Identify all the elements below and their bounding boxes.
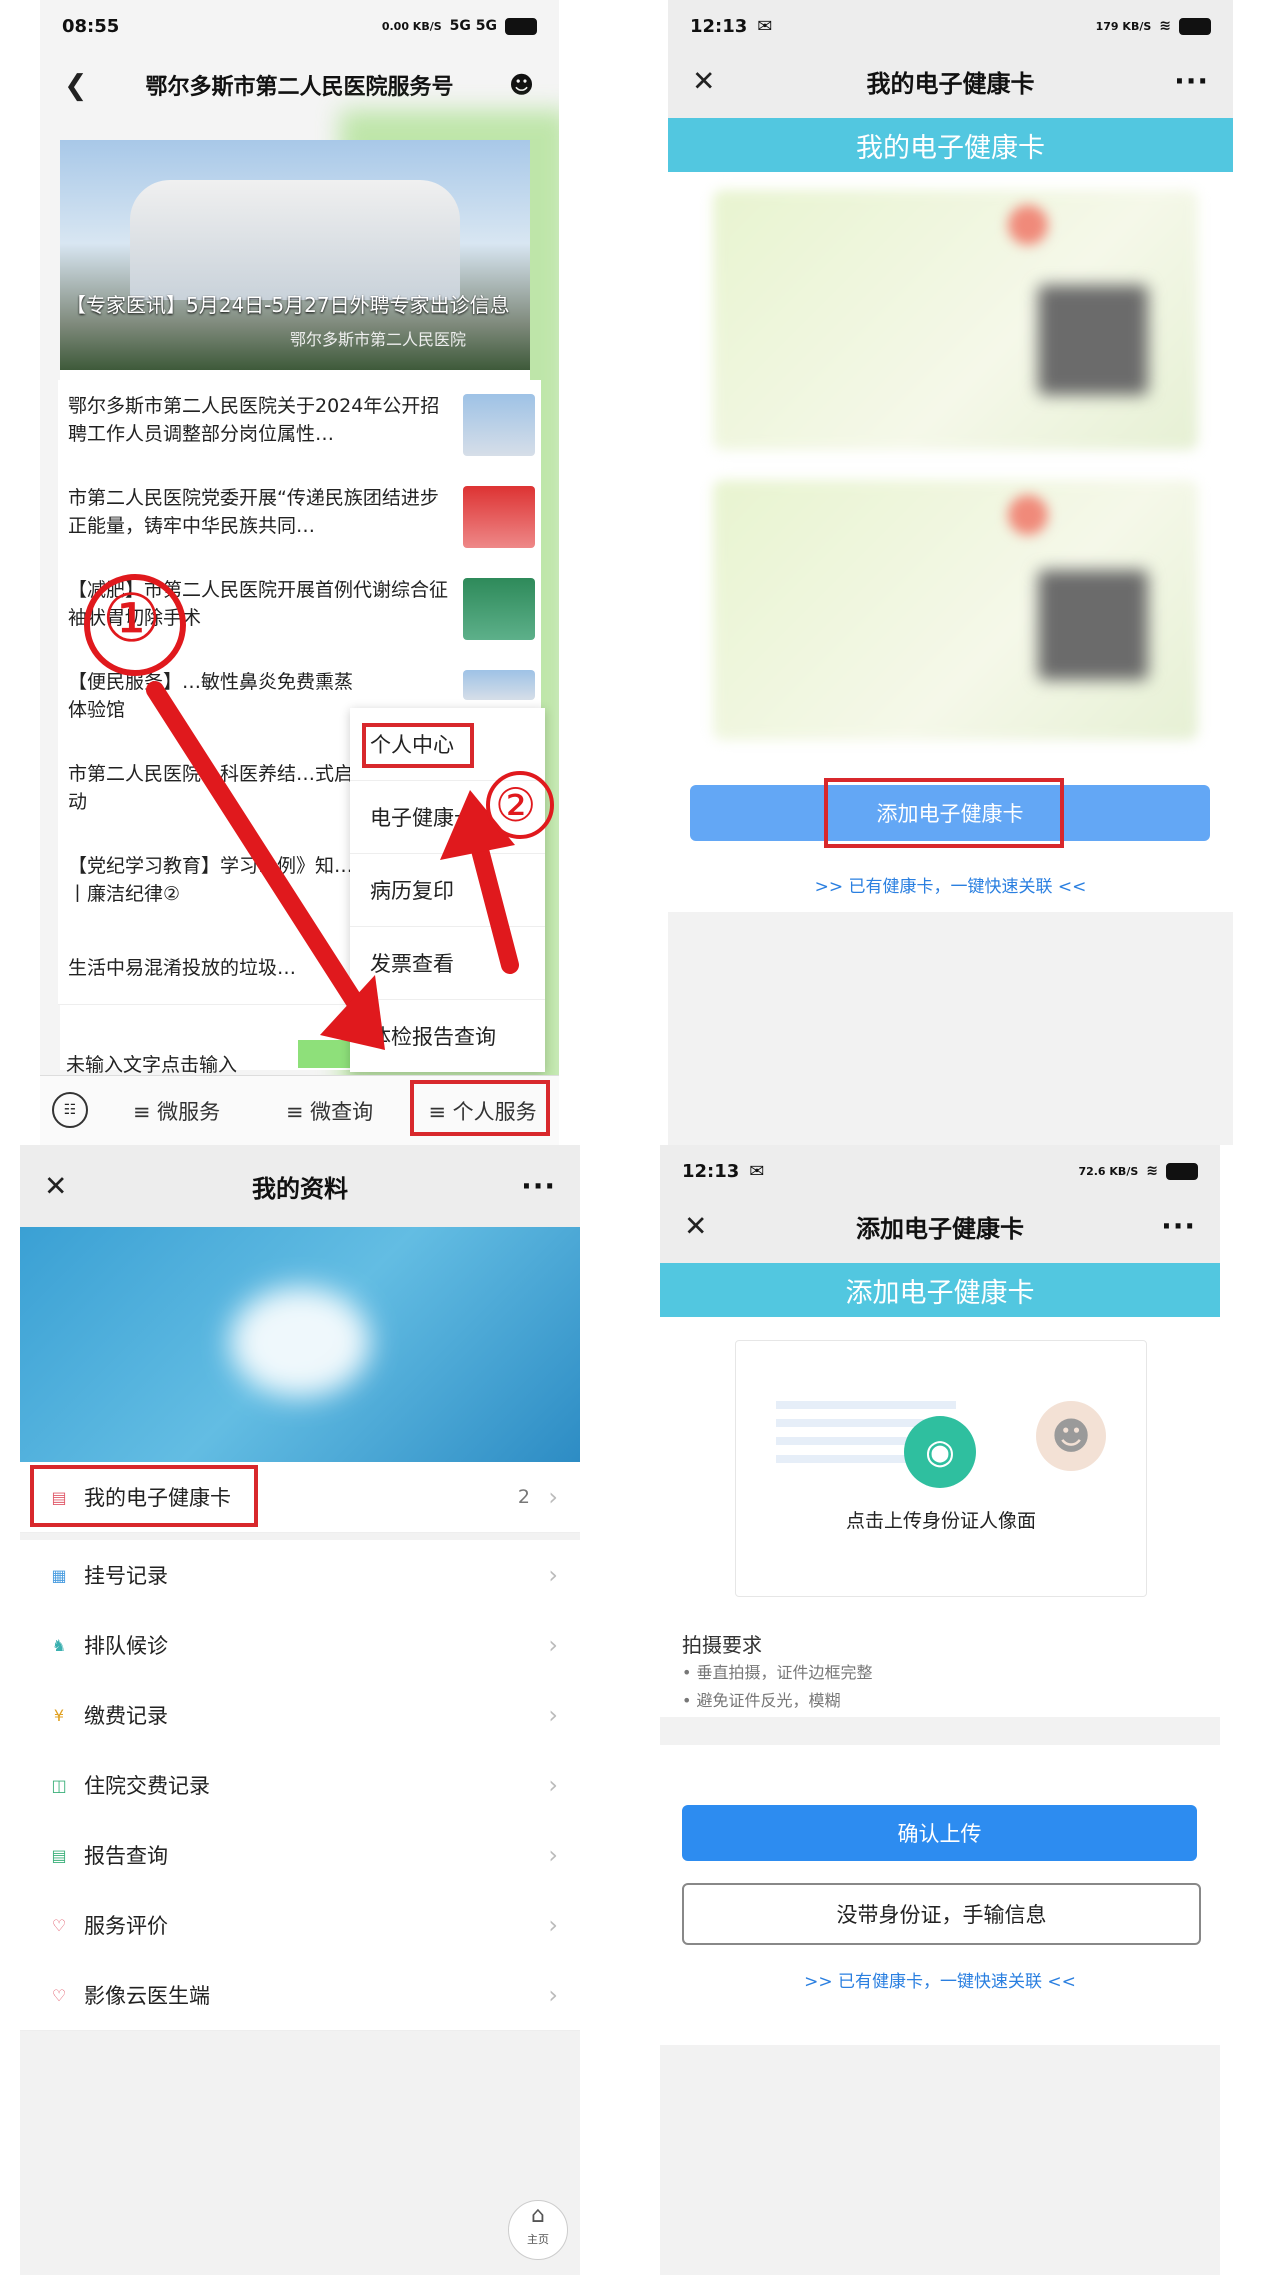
calendar-icon: ▦ bbox=[51, 1565, 67, 1585]
nav-title: 我的资料 bbox=[252, 1174, 348, 1203]
battery-icon bbox=[1166, 1162, 1198, 1180]
tab-micro-service[interactable]: ≡ 微服务 bbox=[100, 1096, 253, 1126]
highlight-health-card-row bbox=[30, 1465, 258, 1527]
message-icon: ✉ bbox=[749, 1160, 765, 1182]
quick-link[interactable]: >> 已有健康卡，一键快速关联 << bbox=[660, 1967, 1220, 1992]
chevron-right-icon: › bbox=[548, 1841, 558, 1869]
panel-my-profile: ✕ 我的资料 ··· ▤ 我的电子健康卡 2 › ▦ 挂号记录 › ♞ 排队候诊… bbox=[20, 1145, 580, 2275]
row-label: 报告查询 bbox=[84, 1844, 168, 1868]
row-label: 服务评价 bbox=[84, 1914, 168, 1938]
nav-bar: ✕ 我的电子健康卡 ··· bbox=[668, 44, 1233, 118]
requirement-text: 避免证件反光，模糊 bbox=[696, 1691, 841, 1710]
highlight-personal-service bbox=[410, 1080, 550, 1136]
chevron-right-icon: › bbox=[548, 1701, 558, 1729]
row-registration[interactable]: ▦ 挂号记录 › bbox=[20, 1540, 580, 1611]
row-imaging-cloud[interactable]: ♡ 影像云医生端 › bbox=[20, 1960, 580, 2031]
tab-micro-query[interactable]: ≡ 微查询 bbox=[253, 1096, 406, 1126]
nav-title: 我的电子健康卡 bbox=[866, 69, 1035, 98]
row-report[interactable]: ▤ 报告查询 › bbox=[20, 1820, 580, 1891]
status-icons: 179 KB/S ≋ bbox=[1095, 17, 1211, 35]
status-time: 12:13 bbox=[682, 1160, 740, 1182]
close-icon[interactable]: ✕ bbox=[44, 1170, 67, 1203]
upload-hint: 点击上传身份证人像面 bbox=[845, 1510, 1036, 1532]
confirm-upload-button[interactable]: 确认上传 bbox=[682, 1805, 1197, 1861]
row-payment[interactable]: ¥ 缴费记录 › bbox=[20, 1680, 580, 1751]
more-icon[interactable]: ··· bbox=[1174, 65, 1209, 98]
row-queue[interactable]: ♞ 排队候诊 › bbox=[20, 1610, 580, 1681]
requirements-section: 拍摄要求 • 垂直拍摄，证件边框完整 • 避免证件反光，模糊 bbox=[660, 1607, 1220, 1717]
avatar bbox=[230, 1287, 370, 1397]
queue-icon: ♞ bbox=[51, 1635, 67, 1655]
home-icon: ⌂ bbox=[531, 2203, 545, 2228]
manual-entry-button[interactable]: 没带身份证，手输信息 bbox=[682, 1883, 1201, 1945]
home-label: 主页 bbox=[527, 2233, 549, 2246]
heart-icon: ♡ bbox=[51, 1915, 67, 1935]
card-count: 2 bbox=[517, 1486, 530, 1508]
nav-bar: ✕ 我的资料 ··· bbox=[20, 1145, 580, 1227]
heart-icon: ♡ bbox=[51, 1985, 67, 2005]
marker-one: ① bbox=[102, 580, 162, 657]
page-header: 添加电子健康卡 bbox=[660, 1263, 1220, 1317]
chevron-right-icon: › bbox=[548, 1911, 558, 1939]
home-button[interactable]: ⌂ 主页 bbox=[508, 2200, 568, 2260]
row-label: 住院交费记录 bbox=[84, 1774, 210, 1798]
row-service-rating[interactable]: ♡ 服务评价 › bbox=[20, 1890, 580, 1961]
requirement-text: 垂直拍摄，证件边框完整 bbox=[696, 1663, 873, 1682]
chevron-right-icon: › bbox=[548, 1771, 558, 1799]
profile-banner bbox=[20, 1227, 580, 1462]
keyboard-icon[interactable]: ☷ bbox=[52, 1092, 88, 1128]
quick-link[interactable]: >> 已有健康卡，一键快速关联 << bbox=[668, 872, 1233, 897]
message-icon: ✉ bbox=[757, 15, 773, 37]
panel-wechat-home: 08:55 0.00 KB/S 5G 5G ❮ 鄂尔多斯市第二人民医院服务号 ☻… bbox=[40, 0, 559, 1145]
row-inpatient-bill[interactable]: ◫ 住院交费记录 › bbox=[20, 1750, 580, 1821]
arrow-two bbox=[471, 841, 519, 974]
chevron-right-icon: › bbox=[548, 1981, 558, 2009]
chevron-right-icon: › bbox=[548, 1631, 558, 1659]
nav-bar: ✕ 添加电子健康卡 ··· bbox=[660, 1189, 1220, 1263]
network-speed: 72.6 KB/S bbox=[1078, 1164, 1139, 1178]
more-icon[interactable]: ··· bbox=[1161, 1210, 1196, 1243]
more-icon[interactable]: ··· bbox=[521, 1170, 556, 1203]
card-qr-code bbox=[1038, 570, 1148, 680]
card-logo bbox=[1008, 205, 1048, 245]
card-qr-code bbox=[1038, 285, 1148, 395]
nav-title: 添加电子健康卡 bbox=[856, 1214, 1024, 1243]
row-label: 影像云医生端 bbox=[84, 1984, 210, 2008]
hospital-bill-icon: ◫ bbox=[51, 1775, 67, 1795]
requirement-item: • 避免证件反光，模糊 bbox=[682, 1691, 841, 1710]
row-label: 缴费记录 bbox=[84, 1704, 168, 1728]
report-icon: ▤ bbox=[51, 1845, 67, 1865]
wifi-icon: ≋ bbox=[1159, 18, 1171, 34]
payment-icon: ¥ bbox=[53, 1705, 65, 1725]
card-logo bbox=[1008, 495, 1048, 535]
wifi-icon: ≋ bbox=[1146, 1163, 1158, 1179]
network-speed: 179 KB/S bbox=[1095, 19, 1152, 33]
requirement-item: • 垂直拍摄，证件边框完整 bbox=[682, 1663, 873, 1682]
panel-add-health-card: 12:13 ✉ 72.6 KB/S ≋ ✕ 添加电子健康卡 ··· 添加电子健康… bbox=[660, 1145, 1220, 2275]
highlight-add-button bbox=[824, 778, 1064, 848]
tab-label: 微服务 bbox=[157, 1100, 221, 1124]
chevron-right-icon: › bbox=[548, 1483, 558, 1511]
close-icon[interactable]: ✕ bbox=[692, 65, 715, 98]
arrow-one bbox=[146, 681, 369, 1019]
marker-two: ② bbox=[495, 778, 537, 832]
chevron-right-icon: › bbox=[548, 1561, 558, 1589]
panel-my-health-card: 12:13 ✉ 179 KB/S ≋ ✕ 我的电子健康卡 ··· 我的电子健康卡… bbox=[668, 0, 1233, 1145]
page-header: 我的电子健康卡 bbox=[668, 118, 1233, 172]
battery-icon bbox=[1179, 17, 1211, 35]
status-time: 12:13 bbox=[690, 15, 748, 37]
avatar-placeholder-icon: ☻ bbox=[1036, 1401, 1106, 1471]
requirements-title: 拍摄要求 bbox=[682, 1633, 762, 1657]
row-label: 挂号记录 bbox=[84, 1564, 168, 1588]
row-label: 排队候诊 bbox=[84, 1634, 168, 1658]
camera-icon[interactable]: ◉ bbox=[904, 1416, 976, 1488]
annotation-arrows bbox=[84, 574, 554, 1050]
close-icon[interactable]: ✕ bbox=[684, 1210, 707, 1243]
id-upload-area[interactable]: ◉ ☻ 点击上传身份证人像面 bbox=[735, 1340, 1147, 1597]
status-icons: 72.6 KB/S ≋ bbox=[1078, 1162, 1198, 1180]
tab-label: 微查询 bbox=[310, 1100, 374, 1124]
